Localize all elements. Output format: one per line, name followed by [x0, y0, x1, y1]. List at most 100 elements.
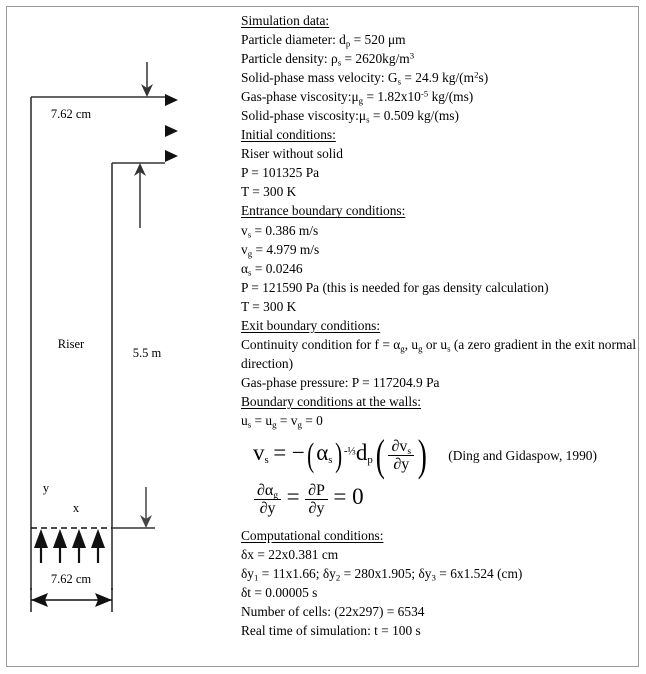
- riser-without-solid-line: Riser without solid: [241, 146, 343, 162]
- gas-viscosity-subscript: g: [358, 95, 364, 106]
- top-width-label: 7.62 cm: [51, 107, 92, 121]
- wall-bc-header: Boundary conditions at the walls:: [241, 393, 422, 409]
- eq2-equals-zero: = 0: [333, 483, 364, 509]
- solid-mass-velocity-symbol: G: [387, 70, 398, 86]
- solid-velocity-line: vs = 0.386 m/s: [241, 221, 637, 240]
- gas-velocity-line: vg = 4.979 m/s: [241, 240, 637, 259]
- eq1-equals-minus: = −: [273, 439, 305, 465]
- exit-arrow-3: [165, 150, 178, 162]
- particle-diameter-label: Particle diameter:: [241, 32, 336, 48]
- eq2-equals-1: =: [286, 483, 300, 509]
- eq2-num-1: ∂α: [257, 482, 274, 500]
- number-of-cells-line: Number of cells: (22x297) = 6534: [241, 604, 425, 620]
- eq2-num-2: ∂P: [305, 482, 328, 501]
- height-label: 5.5 m: [133, 346, 162, 360]
- equation-ding-gidaspow: vs = −(αs) -⅓dp(∂vs ∂y) (Ding and Gidaspow…: [241, 430, 637, 481]
- solid-mass-velocity-tail: s): [478, 70, 489, 86]
- wall-us-subscript: s: [247, 419, 252, 430]
- eq2-alpha-fraction: ∂αg ∂y: [254, 482, 282, 518]
- equation-zero-gradient: ∂αg ∂y = ∂P ∂y = 0: [241, 476, 637, 526]
- dy2-value: = 280x1.905;: [343, 566, 416, 582]
- particle-diameter-value: = 520 μm: [353, 32, 406, 48]
- solid-fraction-subscript: s: [248, 267, 252, 278]
- axis-y-label: y: [43, 481, 50, 495]
- wall-eq-2: = v: [279, 412, 298, 428]
- solid-velocity-symbol: v: [241, 222, 248, 238]
- eq1-dp-symbol: d: [355, 439, 368, 465]
- simulation-description-text: Simulation data: Particle diameter: dp =…: [241, 11, 637, 640]
- gas-viscosity-symbol: μ: [351, 89, 359, 105]
- eq1-group-paren-close: ): [417, 431, 427, 481]
- particle-density-value: = 2620kg/m: [344, 51, 410, 67]
- particle-diameter-line: Particle diameter: dp = 520 μm: [241, 30, 637, 49]
- gas-velocity-symbol: v: [241, 241, 248, 257]
- eq2-den-2: ∂y: [308, 500, 325, 518]
- dy1-subscript: 1: [254, 572, 259, 583]
- initial-pressure-line: P = 101325 Pa: [241, 165, 320, 181]
- dx-line: δx = 22x0.381 cm: [241, 547, 339, 563]
- solid-fraction-value: = 0.0246: [254, 260, 303, 276]
- eq1-citation: (Ding and Gidaspow, 1990): [448, 447, 597, 463]
- eq1-alpha-subscript: s: [328, 454, 333, 467]
- solid-viscosity-value: = 0.509 kg/(ms): [372, 108, 459, 124]
- wall-us-symbol: u: [241, 412, 248, 428]
- eq1-num: ∂v: [391, 438, 408, 456]
- bottom-inlet-arrows: [34, 529, 105, 563]
- dt-line: δt = 0.00005 s: [241, 585, 318, 601]
- dy2-subscript: 2: [335, 572, 341, 583]
- eq2-den-1: ∂y: [259, 500, 276, 518]
- riser-schematic: 7.62 cm Riser 5.5 m y x 7.62 cm: [30, 62, 178, 612]
- simulation-data-header: Simulation data:: [241, 13, 330, 28]
- dy2-symbol: δy: [322, 566, 336, 582]
- initial-conditions-header: Initial conditions:: [241, 127, 336, 143]
- figure-page: 7.62 cm Riser 5.5 m y x 7.62 cm Simulati…: [0, 0, 646, 674]
- eq2-num-1-subscript: g: [273, 489, 279, 501]
- gas-velocity-subscript: g: [247, 248, 253, 259]
- wall-eq-3: = 0: [305, 412, 323, 428]
- particle-density-label: Particle density:: [241, 51, 328, 67]
- entrance-bc-header: Entrance boundary conditions:: [241, 203, 406, 219]
- gas-viscosity-line: Gas-phase viscosity:μg = 1.82x10-5 kg/(m…: [241, 87, 637, 106]
- axis-x-label: x: [73, 501, 80, 515]
- entrance-temperature-line: T = 300 K: [241, 298, 297, 314]
- particle-diameter-symbol: d: [339, 32, 346, 48]
- continuity-prefix: Continuity condition for f =: [241, 336, 390, 352]
- computational-conditions-header: Computational conditions:: [241, 528, 384, 544]
- eq1-den: ∂y: [393, 456, 410, 474]
- solid-mass-velocity-value: = 24.9 kg/(m: [404, 70, 475, 86]
- eq1-dp-subscript: p: [367, 454, 373, 467]
- eq1-alpha: α: [316, 439, 329, 465]
- gas-viscosity-exponent: -5: [420, 88, 429, 99]
- solid-mass-velocity-subscript: s: [397, 76, 402, 87]
- solid-viscosity-line: Solid-phase viscosity:μs = 0.509 kg/(ms): [241, 106, 637, 125]
- solid-mass-velocity-label: Solid-phase mass velocity:: [241, 70, 385, 86]
- eq1-exponent: -⅓: [343, 445, 356, 458]
- gas-viscosity-value: = 1.82x10: [366, 89, 421, 105]
- dy3-subscript: 3: [431, 572, 436, 583]
- wall-vg-subscript: g: [297, 419, 302, 430]
- wall-zero-velocity-line: us = ug = vg = 0: [241, 411, 637, 430]
- initial-temperature-line: T = 300 K: [241, 184, 297, 200]
- dy1-value: = 11x1.66;: [261, 566, 320, 582]
- dy3-symbol: δy: [418, 566, 432, 582]
- solid-velocity-subscript: s: [247, 228, 252, 239]
- exit-arrow-2: [165, 125, 178, 137]
- entrance-pressure-line: P = 121590 Pa (this is needed for gas de…: [241, 279, 549, 295]
- solid-velocity-value: = 0.386 m/s: [254, 222, 319, 238]
- continuity-condition-line: Continuity condition for f = αg, ug or u…: [241, 335, 637, 373]
- particle-density-subscript: s: [337, 57, 342, 68]
- width-dimension-arrow: [30, 588, 113, 612]
- solid-fraction-line: αs = 0.0246: [241, 259, 637, 278]
- eq1-lhs-subscript: s: [264, 454, 269, 467]
- solid-viscosity-label: Solid-phase viscosity:: [241, 108, 359, 124]
- gas-viscosity-tail: kg/(ms): [431, 89, 474, 105]
- dy-line: δy1 = 11x1.66; δy2 = 280x1.905; δy3 = 6x…: [241, 564, 637, 583]
- solid-viscosity-subscript: s: [366, 114, 370, 125]
- eq1-num-subscript: s: [407, 445, 412, 457]
- gas-viscosity-label: Gas-phase viscosity:: [241, 89, 352, 105]
- dy1-symbol: δy: [241, 566, 255, 582]
- exit-arrow-1: [165, 94, 178, 106]
- continuity-or: or u: [422, 336, 448, 352]
- eq1-paren-open: (: [307, 437, 315, 475]
- particle-diameter-subscript: p: [345, 38, 351, 49]
